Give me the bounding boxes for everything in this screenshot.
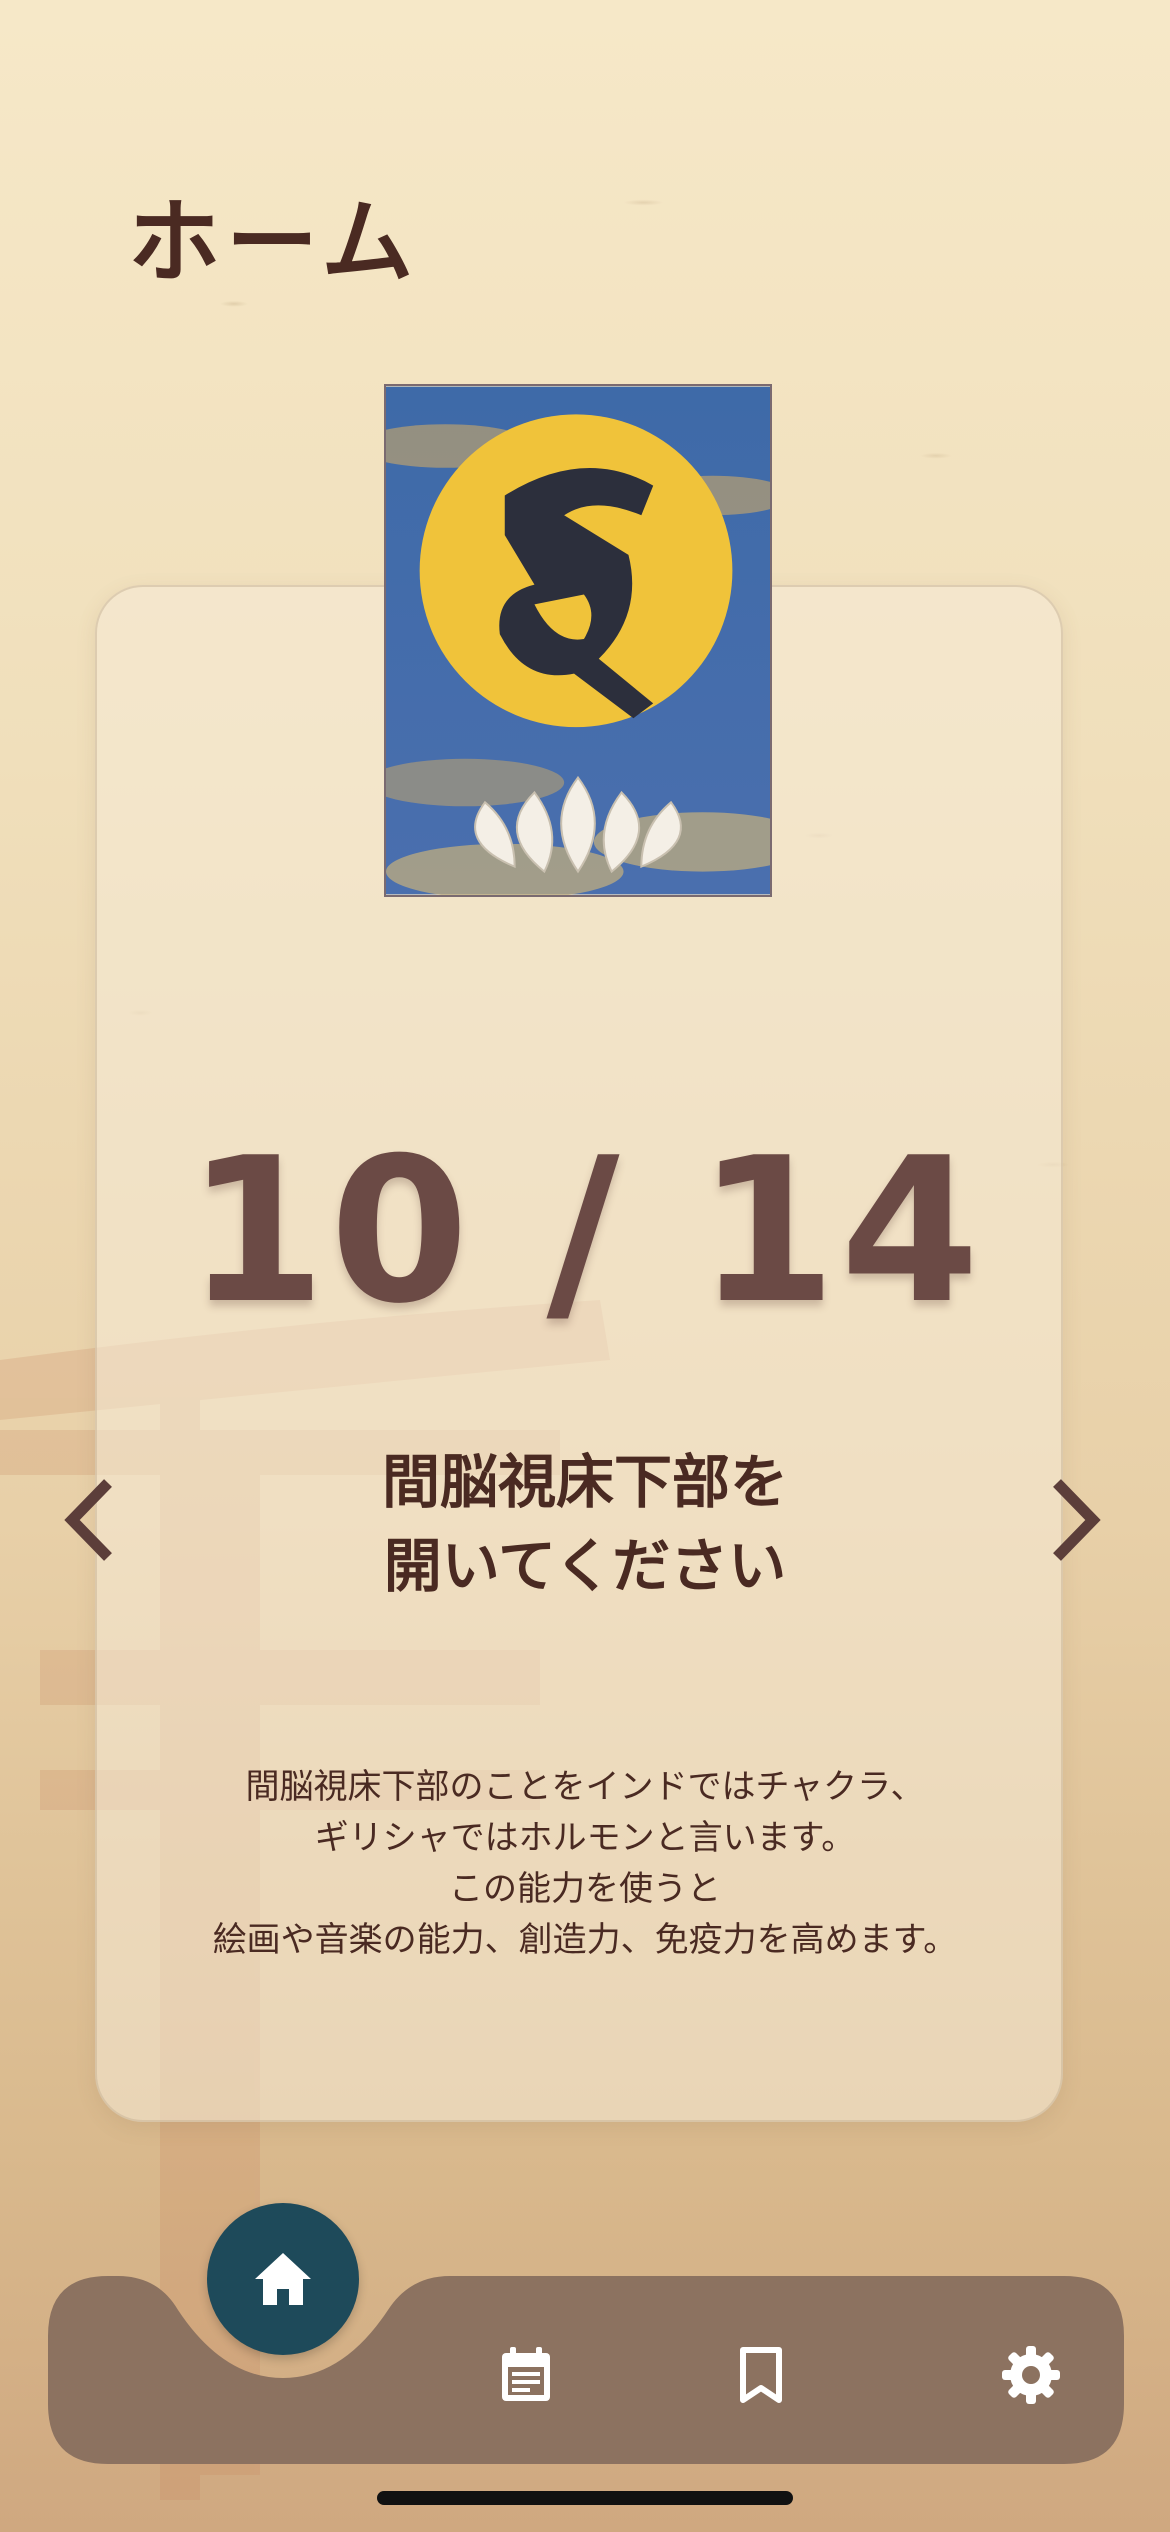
home-icon — [255, 2253, 311, 2305]
bookmark-icon — [740, 2347, 782, 2403]
headline-line: 間脳視床下部を — [381, 1448, 788, 1516]
sanskrit-seed-syllable-icon — [386, 386, 770, 895]
calendar-icon — [502, 2347, 550, 2401]
bottom-navigation-bar — [48, 2276, 1124, 2464]
headline-line: 開いてください — [383, 1532, 787, 1600]
description-line: ギリシャではホルモンと言います。 — [314, 1818, 856, 1858]
page-title: ホーム — [128, 189, 420, 296]
mantra-image — [384, 384, 772, 897]
gear-icon — [1002, 2346, 1060, 2404]
calendar-button[interactable] — [491, 2340, 561, 2410]
date-display: 10 / 14 — [186, 1115, 984, 1348]
description-line: 間脳視床下部のことをインドではチャクラ、 — [245, 1767, 925, 1807]
bookmark-button[interactable] — [726, 2340, 796, 2410]
description-line: 絵画や音楽の能力、創造力、免疫力を高めます。 — [212, 1920, 958, 1960]
home-button[interactable] — [207, 2203, 359, 2355]
previous-day-button[interactable] — [55, 1475, 125, 1565]
next-day-button[interactable] — [1040, 1475, 1110, 1565]
card-description: 間脳視床下部のことをインドではチャクラ、 ギリシャではホルモンと言います。 この… — [0, 1762, 1170, 1966]
chevron-left-icon — [64, 1479, 112, 1561]
home-indicator[interactable] — [377, 2491, 793, 2505]
card-headline: 間脳視床下部を 開いてください — [0, 1440, 1170, 1608]
settings-button[interactable] — [996, 2340, 1066, 2410]
chevron-right-icon — [1053, 1479, 1101, 1561]
description-line: この能力を使うと — [449, 1869, 721, 1909]
